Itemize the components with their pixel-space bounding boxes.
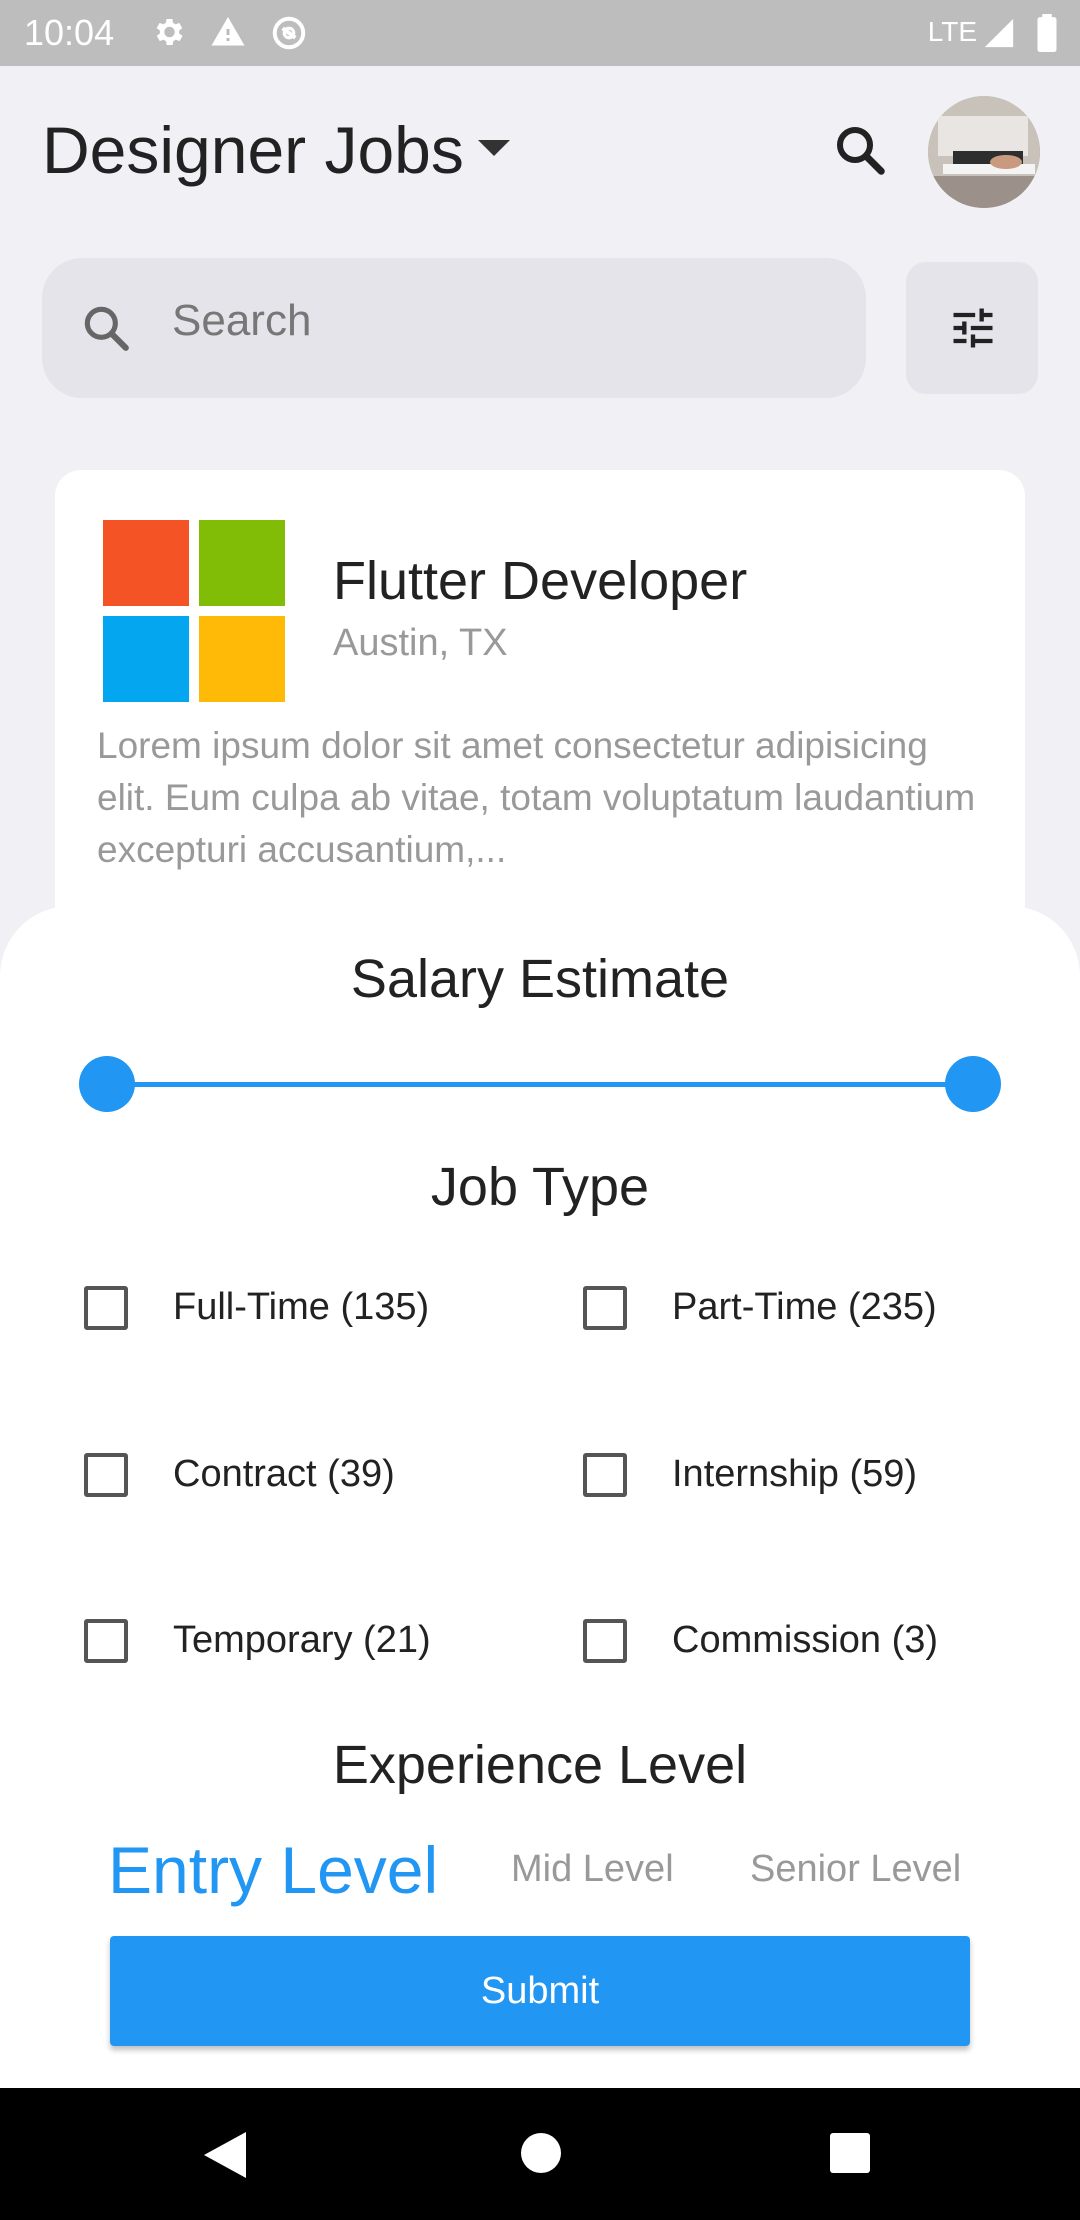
home-icon[interactable] bbox=[520, 2132, 562, 2179]
checkbox-commission[interactable] bbox=[583, 1619, 627, 1663]
avatar[interactable] bbox=[928, 96, 1040, 208]
job-title: Flutter Developer bbox=[333, 551, 748, 611]
navigation-bar bbox=[0, 2088, 1080, 2220]
battery-icon bbox=[1036, 14, 1058, 57]
checkbox-label[interactable]: Temporary (21) bbox=[173, 1619, 431, 1662]
signal-icon bbox=[982, 16, 1016, 55]
sync-icon bbox=[270, 14, 308, 57]
checkbox-label[interactable]: Full-Time (135) bbox=[173, 1286, 429, 1329]
checkbox-label[interactable]: Contract (39) bbox=[173, 1453, 395, 1496]
job-type-title: Job Type bbox=[430, 1157, 650, 1217]
status-time: 10:04 bbox=[24, 12, 115, 53]
checkbox-label[interactable]: Part-Time (235) bbox=[672, 1286, 937, 1329]
dropdown-caret-icon[interactable] bbox=[478, 140, 510, 163]
submit-button[interactable]: Submit bbox=[110, 1936, 970, 2046]
level-senior[interactable]: Senior Level bbox=[750, 1848, 961, 1891]
gear-icon bbox=[150, 14, 186, 55]
checkbox-label[interactable]: Commission (3) bbox=[672, 1619, 938, 1662]
recents-icon[interactable] bbox=[829, 2132, 871, 2179]
job-location: Austin, TX bbox=[333, 622, 508, 664]
filter-sheet: Salary Estimate Job Type Full-Time (135)… bbox=[0, 906, 1080, 2088]
checkbox-temporary[interactable] bbox=[84, 1619, 128, 1663]
salary-min-handle[interactable] bbox=[79, 1056, 135, 1112]
checkbox-contract[interactable] bbox=[84, 1453, 128, 1497]
salary-title: Salary Estimate bbox=[350, 949, 730, 1009]
page-title[interactable]: Designer Jobs bbox=[42, 112, 464, 188]
checkbox-label[interactable]: Internship (59) bbox=[672, 1453, 917, 1496]
tune-icon bbox=[953, 308, 993, 348]
checkbox-part-time[interactable] bbox=[583, 1286, 627, 1330]
warning-icon bbox=[210, 14, 246, 55]
network-type: LTE bbox=[927, 16, 977, 47]
status-bar: 10:04 LTE bbox=[0, 0, 1080, 66]
filter-button[interactable] bbox=[906, 262, 1038, 394]
experience-title: Experience Level bbox=[332, 1735, 748, 1795]
job-card[interactable]: Flutter Developer Austin, TX Lorem ipsum… bbox=[55, 470, 1025, 930]
salary-slider-track[interactable] bbox=[106, 1082, 974, 1087]
search-icon bbox=[78, 300, 134, 361]
checkbox-full-time[interactable] bbox=[84, 1286, 128, 1330]
search-input[interactable]: Search bbox=[42, 258, 866, 398]
search-placeholder: Search bbox=[172, 296, 312, 345]
level-entry[interactable]: Entry Level bbox=[108, 1832, 438, 1908]
job-description: Lorem ipsum dolor sit amet consectetur a… bbox=[97, 725, 976, 870]
back-icon[interactable] bbox=[204, 2132, 246, 2183]
level-mid[interactable]: Mid Level bbox=[511, 1848, 674, 1891]
checkbox-internship[interactable] bbox=[583, 1453, 627, 1497]
company-logo bbox=[103, 520, 285, 702]
search-icon[interactable] bbox=[830, 120, 890, 180]
salary-max-handle[interactable] bbox=[945, 1056, 1001, 1112]
